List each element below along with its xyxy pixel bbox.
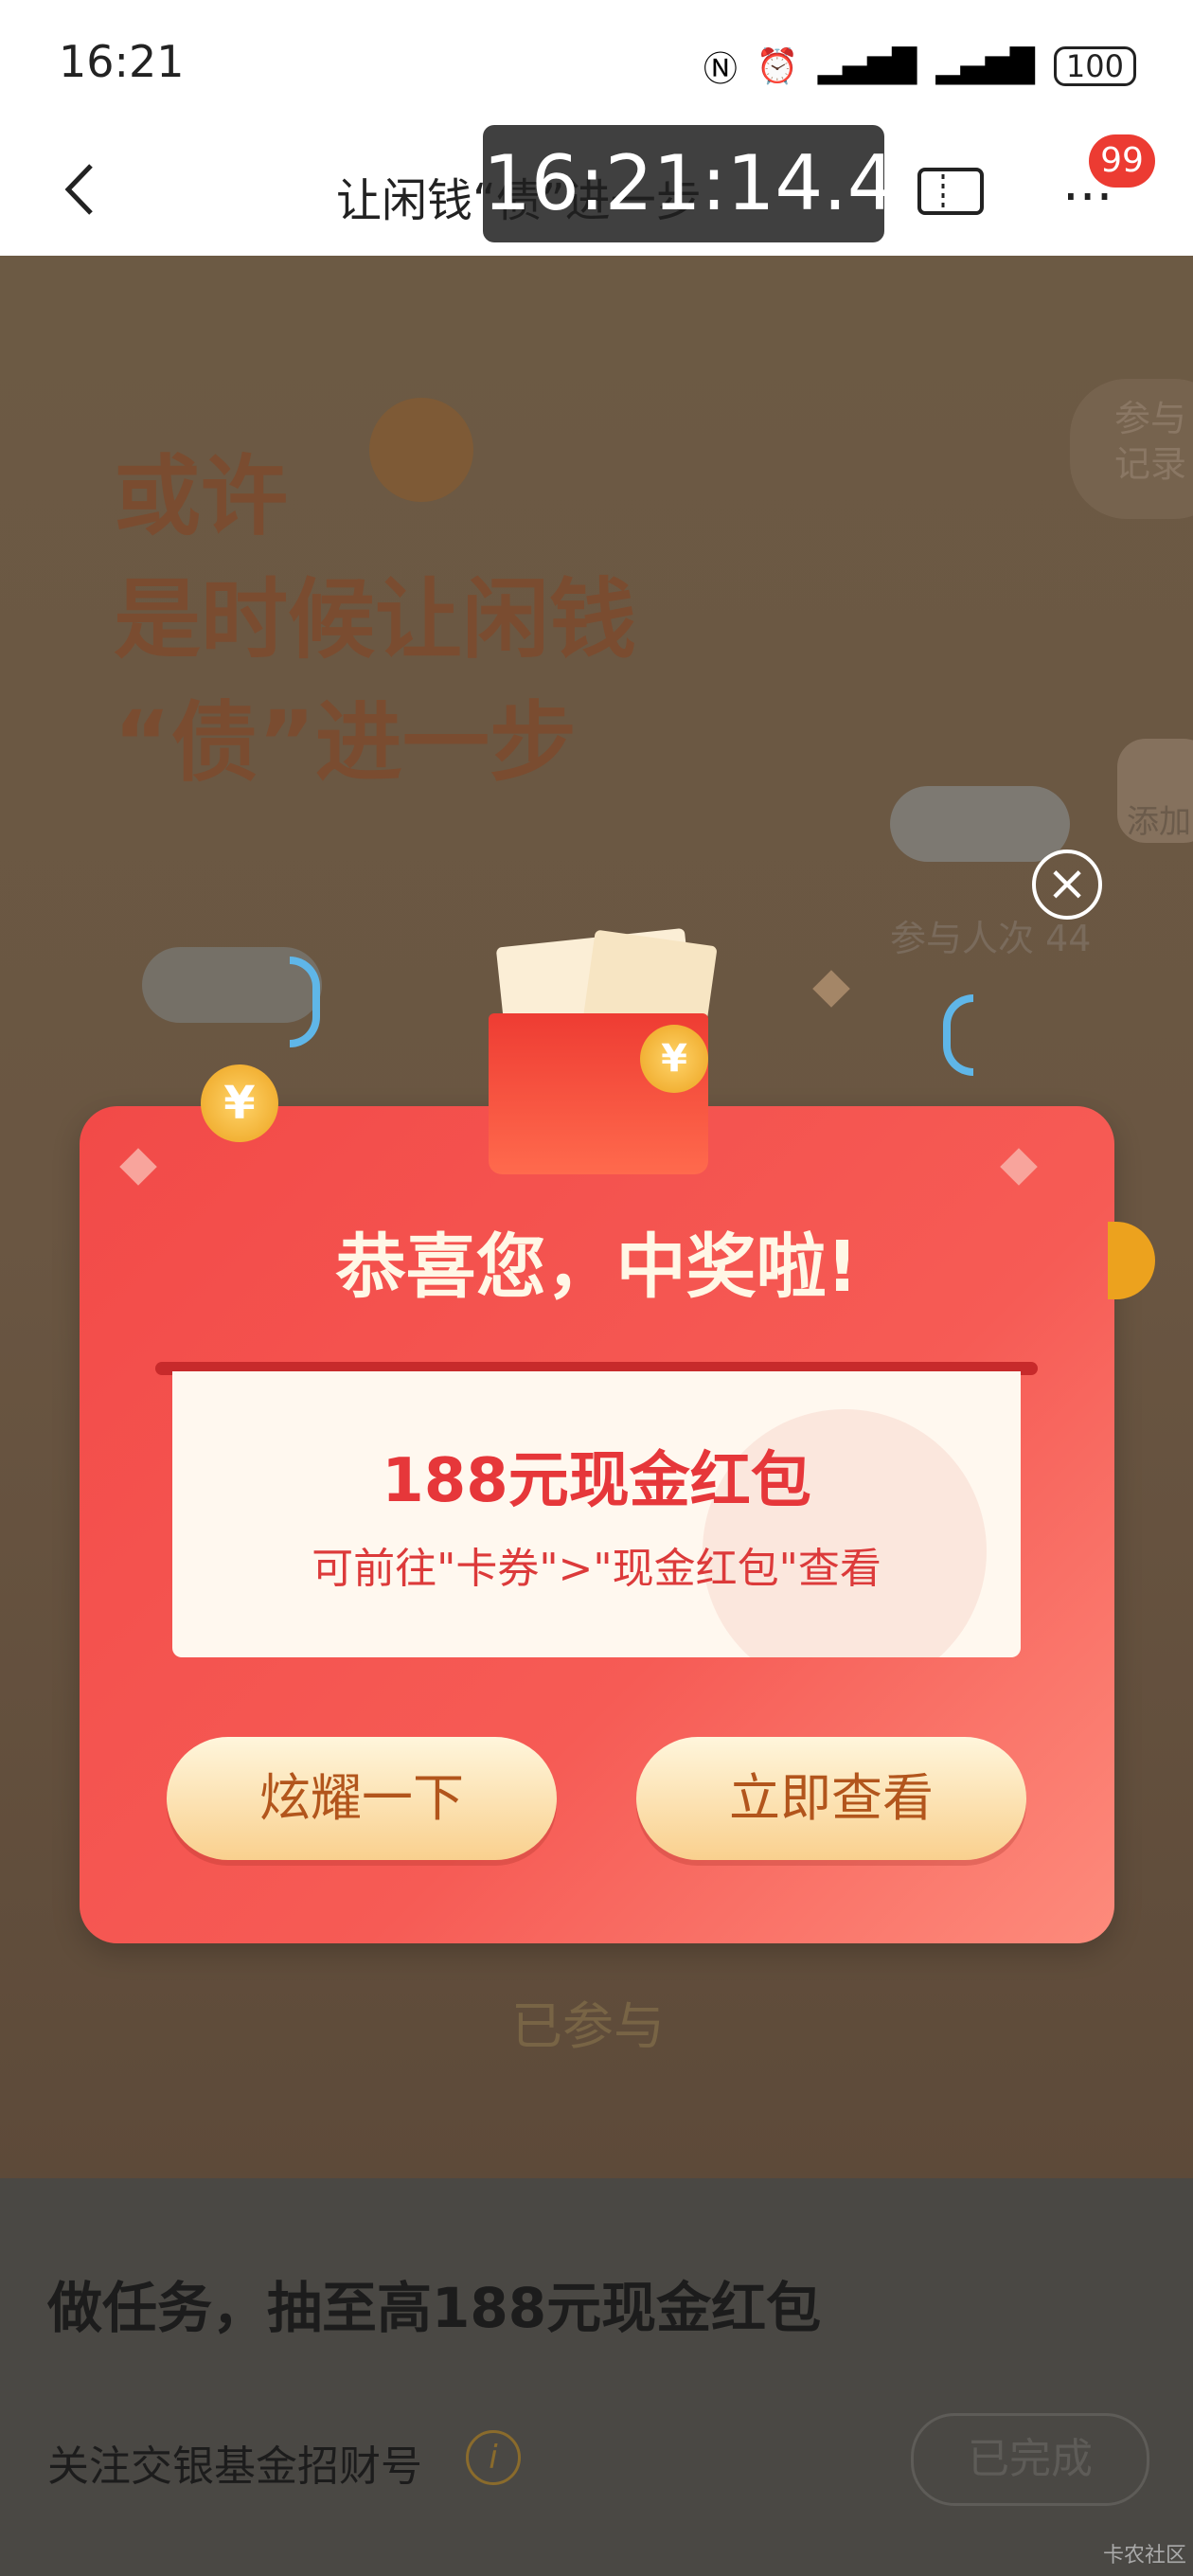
task-status-button[interactable]: 已完成: [911, 2413, 1149, 2506]
coin-icon: ¥: [201, 1064, 278, 1142]
ticket-icon[interactable]: [917, 167, 985, 220]
info-icon[interactable]: i: [466, 2430, 521, 2485]
battery-indicator: 100: [1053, 46, 1136, 86]
view-now-button[interactable]: 立即查看: [636, 1737, 1026, 1860]
hero-line-2: 是时候让闲钱: [114, 569, 637, 671]
status-icons: Ⓝ ⏰ ▂▄▆█ ▂▄▆█ 100: [703, 42, 1136, 91]
task-section-title: 做任务，抽至高188元现金红包: [47, 2276, 822, 2340]
status-time: 16:21: [59, 36, 185, 87]
prize-card: 188元现金红包 可前往"卡券">"现金红包"查看: [172, 1371, 1021, 1657]
cloud-decoration: [890, 786, 1070, 862]
alarm-icon: ⏰: [756, 47, 799, 86]
dialog-title: 恭喜您，中奖啦!: [335, 1226, 859, 1308]
money-bag-icon: [369, 398, 473, 502]
signal-icon: ▂▄▆█: [817, 47, 917, 85]
hero-line-1: 或许: [114, 446, 289, 547]
coin-icon: ¥: [640, 1025, 708, 1093]
joined-button: 已参与: [511, 1996, 665, 2056]
add-reminder-button[interactable]: 添加: [1117, 739, 1193, 843]
signal2-icon: ▂▄▆█: [935, 47, 1035, 85]
participation-record-button[interactable]: 参与 记录: [1070, 379, 1193, 519]
nfc-icon: Ⓝ: [703, 50, 738, 89]
prize-hint: 可前往"卡券">"现金红包"查看: [312, 1545, 881, 1593]
task-item-label: 关注交银基金招财号: [47, 2442, 422, 2491]
notification-badge: 99: [1089, 134, 1155, 188]
watermark: 卡农社区: [1103, 2544, 1187, 2567]
task-section: [0, 2178, 1193, 2576]
screen-time-overlay: 16:21:14.4: [483, 125, 896, 242]
back-icon[interactable]: [62, 161, 100, 215]
share-button[interactable]: 炫耀一下: [167, 1737, 557, 1860]
hero-line-3: “债”进一步: [114, 692, 577, 794]
prize-amount: 188元现金红包: [382, 1446, 811, 1516]
close-icon[interactable]: ×: [1032, 850, 1102, 920]
